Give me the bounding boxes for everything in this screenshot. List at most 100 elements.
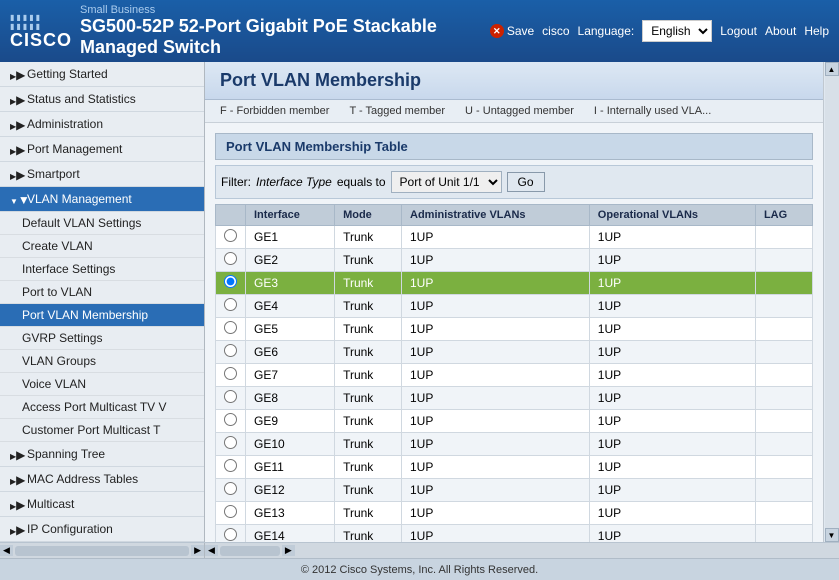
row-select-cell[interactable] [216, 249, 246, 272]
row-radio[interactable] [224, 298, 237, 311]
row-select-cell[interactable] [216, 295, 246, 318]
table-row[interactable]: GE1 Trunk 1UP 1UP [216, 226, 813, 249]
table-row[interactable]: GE6 Trunk 1UP 1UP [216, 341, 813, 364]
row-radio[interactable] [224, 413, 237, 426]
cell-interface: GE2 [246, 249, 335, 272]
filter-label: Filter: [221, 175, 251, 189]
sidebar-label: Getting Started [27, 67, 108, 81]
sidebar-item-ip-configuration[interactable]: ▶ IP Configuration [0, 517, 204, 542]
row-radio[interactable] [224, 528, 237, 541]
cell-op-vlans: 1UP [589, 318, 755, 341]
sidebar-sub-access-port-multicast[interactable]: Access Port Multicast TV V [0, 396, 204, 419]
sidebar-item-getting-started[interactable]: ▶ Getting Started [0, 62, 204, 87]
row-select-cell[interactable] [216, 410, 246, 433]
row-select-cell[interactable] [216, 364, 246, 387]
language-select[interactable]: English [642, 20, 712, 42]
row-radio[interactable] [224, 367, 237, 380]
scroll-down-button[interactable]: ▼ [825, 528, 839, 542]
cell-interface: GE11 [246, 456, 335, 479]
sidebar-sub-default-vlan[interactable]: Default VLAN Settings [0, 212, 204, 235]
main-layout: ▶ Getting Started ▶ Status and Statistic… [0, 62, 839, 542]
cell-admin-vlans: 1UP [402, 456, 590, 479]
content-hscroll[interactable]: ◀ ▶ [205, 543, 839, 558]
row-radio[interactable] [224, 275, 237, 288]
sidebar-item-multicast[interactable]: ▶ Multicast [0, 492, 204, 517]
sidebar-hscroll[interactable]: ◀ ▶ [0, 543, 205, 558]
row-select-cell[interactable] [216, 433, 246, 456]
sidebar-sub-port-vlan-membership[interactable]: Port VLAN Membership [0, 304, 204, 327]
cell-mode: Trunk [335, 479, 402, 502]
table-row[interactable]: GE12 Trunk 1UP 1UP [216, 479, 813, 502]
arrow-icon: ▶ [10, 143, 22, 155]
table-row[interactable]: GE2 Trunk 1UP 1UP [216, 249, 813, 272]
row-select-cell[interactable] [216, 387, 246, 410]
cell-admin-vlans: 1UP [402, 410, 590, 433]
sidebar-sub-customer-port-multicast[interactable]: Customer Port Multicast T [0, 419, 204, 442]
row-radio[interactable] [224, 344, 237, 357]
sidebar-item-smartport[interactable]: ▶ Smartport [0, 162, 204, 187]
sidebar-item-administration[interactable]: ▶ Administration [0, 112, 204, 137]
row-select-cell[interactable] [216, 456, 246, 479]
help-button[interactable]: Help [804, 24, 829, 38]
sidebar-label: Status and Statistics [27, 92, 136, 106]
sidebar-sub-vlan-groups[interactable]: VLAN Groups [0, 350, 204, 373]
row-radio[interactable] [224, 229, 237, 242]
sidebar-sub-gvrp-settings[interactable]: GVRP Settings [0, 327, 204, 350]
row-select-cell[interactable] [216, 318, 246, 341]
arrow-icon: ▶ [10, 93, 22, 105]
row-select-cell[interactable] [216, 226, 246, 249]
row-radio[interactable] [224, 459, 237, 472]
row-select-cell[interactable] [216, 479, 246, 502]
table-row[interactable]: GE4 Trunk 1UP 1UP [216, 295, 813, 318]
filter-select[interactable]: Port of Unit 1/1 LAG All [391, 171, 502, 193]
row-radio[interactable] [224, 505, 237, 518]
row-select-cell[interactable] [216, 341, 246, 364]
row-radio[interactable] [224, 436, 237, 449]
table-row[interactable]: GE8 Trunk 1UP 1UP [216, 387, 813, 410]
cell-interface: GE9 [246, 410, 335, 433]
sidebar-item-spanning-tree[interactable]: ▶ Spanning Tree [0, 442, 204, 467]
sidebar-sub-create-vlan[interactable]: Create VLAN [0, 235, 204, 258]
logout-button[interactable]: Logout [720, 24, 757, 38]
table-row[interactable]: GE3 Trunk 1UP 1UP [216, 272, 813, 295]
cell-admin-vlans: 1UP [402, 249, 590, 272]
sidebar-item-mac-tables[interactable]: ▶ MAC Address Tables [0, 467, 204, 492]
table-row[interactable]: GE10 Trunk 1UP 1UP [216, 433, 813, 456]
sidebar-item-port-management[interactable]: ▶ Port Management [0, 137, 204, 162]
go-button[interactable]: Go [507, 172, 545, 192]
scroll-up-button[interactable]: ▲ [825, 62, 839, 76]
sidebar-sub-interface-settings[interactable]: Interface Settings [0, 258, 204, 281]
sidebar-sub-port-to-vlan[interactable]: Port to VLAN [0, 281, 204, 304]
table-scroll-area[interactable]: Interface Mode Administrative VLANs Oper… [215, 204, 813, 542]
cell-op-vlans: 1UP [589, 249, 755, 272]
row-radio[interactable] [224, 482, 237, 495]
sidebar-item-vlan-management[interactable]: ▼ VLAN Management [0, 187, 204, 212]
table-row[interactable]: GE14 Trunk 1UP 1UP [216, 525, 813, 543]
copyright-text: © 2012 Cisco Systems, Inc. All Rights Re… [301, 564, 538, 576]
scroll-track [825, 76, 839, 528]
table-row[interactable]: GE9 Trunk 1UP 1UP [216, 410, 813, 433]
table-row[interactable]: GE7 Trunk 1UP 1UP [216, 364, 813, 387]
scroll-right-btn[interactable]: ▶ [191, 545, 204, 556]
scroll-left-btn[interactable]: ◀ [0, 545, 13, 556]
row-select-cell[interactable] [216, 502, 246, 525]
about-button[interactable]: About [765, 24, 796, 38]
sidebar-item-status-statistics[interactable]: ▶ Status and Statistics [0, 87, 204, 112]
content-scroll-right-btn[interactable]: ▶ [282, 545, 295, 556]
row-radio[interactable] [224, 390, 237, 403]
filter-type-label: Interface Type [256, 175, 332, 189]
row-radio[interactable] [224, 252, 237, 265]
table-row[interactable]: GE5 Trunk 1UP 1UP [216, 318, 813, 341]
sidebar-sub-voice-vlan[interactable]: Voice VLAN [0, 373, 204, 396]
cell-lag [755, 364, 812, 387]
save-button[interactable]: ✕ Save [490, 24, 534, 38]
right-scrollbar[interactable]: ▲ ▼ [823, 62, 839, 542]
row-radio[interactable] [224, 321, 237, 334]
filter-bar: Filter: Interface Type equals to Port of… [215, 165, 813, 199]
content-scroll-left-btn[interactable]: ◀ [205, 545, 218, 556]
row-select-cell[interactable] [216, 272, 246, 295]
table-row[interactable]: GE13 Trunk 1UP 1UP [216, 502, 813, 525]
table-row[interactable]: GE11 Trunk 1UP 1UP [216, 456, 813, 479]
row-select-cell[interactable] [216, 525, 246, 543]
cell-op-vlans: 1UP [589, 364, 755, 387]
